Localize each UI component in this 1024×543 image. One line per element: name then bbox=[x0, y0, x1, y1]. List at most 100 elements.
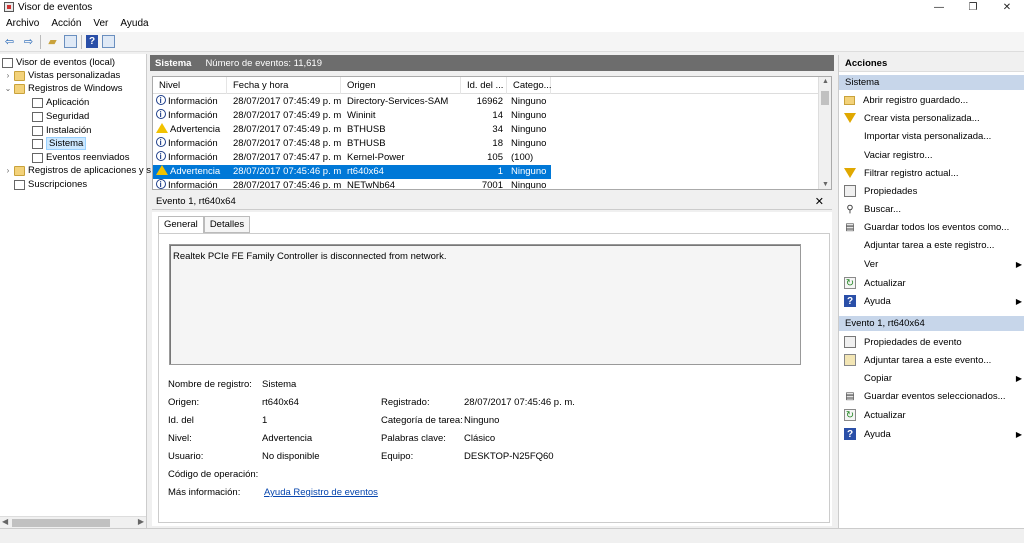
table-row[interactable]: Información 28/07/2017 07:45:49 p. m. Wi… bbox=[153, 109, 819, 123]
minimize-icon[interactable]: — bbox=[922, 0, 956, 14]
action-help-event[interactable]: ? Ayuda ▶ bbox=[839, 425, 1024, 443]
scroll-down-icon[interactable]: ▼ bbox=[822, 181, 829, 188]
title-bar: Visor de eventos — ❐ ✕ bbox=[0, 0, 1024, 14]
scroll-left-icon[interactable]: ◀ bbox=[2, 517, 8, 526]
toolbar: ⇦ ⇨ ▰ ? bbox=[0, 32, 1024, 52]
help-icon[interactable]: ? bbox=[86, 35, 98, 48]
column-header-source[interactable]: Origen bbox=[341, 77, 461, 94]
actions-section-system[interactable]: Sistema bbox=[839, 75, 1024, 90]
submenu-arrow-icon: ▶ bbox=[1015, 373, 1022, 383]
submenu-arrow-icon: ▶ bbox=[1015, 429, 1022, 439]
log-name-value: Sistema bbox=[262, 379, 297, 390]
forward-arrow-icon[interactable]: ⇨ bbox=[21, 34, 36, 49]
table-row-selected[interactable]: Advertencia 28/07/2017 07:45:46 p. m. rt… bbox=[153, 165, 551, 179]
computer-value: DESKTOP-N25FQ60 bbox=[464, 451, 554, 462]
event-id-label: Id. del bbox=[168, 415, 194, 426]
action-save-all-events[interactable]: ▤ Guardar todos los eventos como... bbox=[839, 218, 1024, 236]
menu-ver[interactable]: Ver bbox=[87, 18, 114, 29]
table-row[interactable]: Información 28/07/2017 07:45:49 p. m. Di… bbox=[153, 95, 819, 109]
collapse-icon[interactable]: ⌄ bbox=[4, 84, 12, 93]
scroll-up-icon[interactable]: ▲ bbox=[822, 78, 829, 85]
tree-item-root[interactable]: Visor de eventos (local) bbox=[2, 56, 115, 69]
actions-section-event[interactable]: Evento 1, rt640x64 bbox=[839, 316, 1024, 331]
find-icon: ⚲ bbox=[846, 203, 854, 215]
warning-icon bbox=[156, 165, 168, 175]
close-icon[interactable]: ✕ bbox=[815, 195, 824, 208]
action-attach-task-to-event[interactable]: Adjuntar tarea a este evento... bbox=[839, 351, 1024, 369]
scrollbar-thumb[interactable] bbox=[12, 519, 110, 527]
action-save-selected-events[interactable]: ▤ Guardar eventos seleccionados... bbox=[839, 387, 1024, 405]
table-row[interactable]: Información 28/07/2017 07:45:48 p. m. BT… bbox=[153, 137, 819, 151]
event-message[interactable]: Realtek PCIe FE Family Controller is dis… bbox=[169, 244, 801, 365]
action-copy[interactable]: Copiar ▶ bbox=[839, 369, 1024, 387]
menu-ayuda[interactable]: Ayuda bbox=[114, 18, 154, 29]
logged-label: Registrado: bbox=[381, 397, 430, 408]
tab-general[interactable]: General bbox=[158, 216, 204, 234]
tree-item-windows-logs[interactable]: ⌄ Registros de Windows bbox=[4, 82, 123, 95]
refresh-icon: ↻ bbox=[844, 409, 856, 421]
submenu-arrow-icon: ▶ bbox=[1015, 296, 1022, 306]
tree-item-custom-views[interactable]: › Vistas personalizadas bbox=[4, 69, 121, 82]
warning-icon bbox=[156, 123, 168, 133]
menu-accion[interactable]: Acción bbox=[45, 18, 87, 29]
events-vertical-scrollbar[interactable]: ▲ ▼ bbox=[818, 77, 831, 189]
tree-item-subscriptions[interactable]: Suscripciones bbox=[14, 178, 87, 191]
blank-icon bbox=[844, 258, 856, 270]
table-row[interactable]: Información 28/07/2017 07:45:47 p. m. Ke… bbox=[153, 151, 819, 165]
menu-archivo[interactable]: Archivo bbox=[0, 18, 45, 29]
action-properties[interactable]: Propiedades bbox=[839, 182, 1024, 200]
detail-tabs: General Detalles bbox=[158, 216, 251, 234]
tree-item-system[interactable]: Sistema bbox=[32, 137, 87, 150]
scrollbar-thumb[interactable] bbox=[821, 91, 829, 105]
action-find[interactable]: ⚲ Buscar... bbox=[839, 200, 1024, 218]
window-controls: — ❐ ✕ bbox=[922, 0, 1024, 14]
column-header-category[interactable]: Catego... bbox=[507, 77, 552, 94]
event-log-help-link[interactable]: Ayuda Registro de eventos bbox=[264, 487, 378, 498]
show-hide-actions-icon[interactable] bbox=[102, 35, 115, 48]
action-attach-task-to-log[interactable]: Adjuntar tarea a este registro... bbox=[839, 236, 1024, 254]
help-icon: ? bbox=[844, 295, 856, 307]
column-header-datetime[interactable]: Fecha y hora bbox=[227, 77, 341, 94]
action-create-custom-view[interactable]: Crear vista personalizada... bbox=[839, 109, 1024, 127]
help-icon: ? bbox=[844, 428, 856, 440]
close-icon[interactable]: ✕ bbox=[990, 0, 1024, 14]
action-refresh-event[interactable]: ↻ Actualizar bbox=[839, 406, 1024, 424]
scroll-right-icon[interactable]: ▶ bbox=[138, 517, 144, 526]
user-value: No disponible bbox=[262, 451, 320, 462]
table-row[interactable]: Advertencia 28/07/2017 07:45:49 p. m. BT… bbox=[153, 123, 819, 137]
tree-item-security[interactable]: Seguridad bbox=[32, 110, 89, 123]
tree-horizontal-scrollbar[interactable]: ◀ ▶ bbox=[0, 516, 146, 528]
action-clear-log[interactable]: Vaciar registro... bbox=[839, 146, 1024, 164]
tab-details[interactable]: Detalles bbox=[203, 216, 251, 233]
information-icon bbox=[156, 179, 166, 189]
action-event-properties[interactable]: Propiedades de evento bbox=[839, 333, 1024, 351]
restore-icon[interactable]: ❐ bbox=[956, 0, 990, 14]
event-viewer-app-icon bbox=[4, 2, 14, 12]
tree-item-setup[interactable]: Instalación bbox=[32, 124, 91, 137]
tree-item-application[interactable]: Aplicación bbox=[32, 96, 89, 109]
up-folder-icon[interactable]: ▰ bbox=[45, 34, 60, 49]
column-header-level[interactable]: Nivel bbox=[153, 77, 227, 94]
expand-icon[interactable]: › bbox=[4, 71, 12, 80]
general-tab-panel: Realtek PCIe FE Family Controller is dis… bbox=[158, 233, 830, 523]
console-tree: Visor de eventos (local) › Vistas person… bbox=[0, 54, 151, 528]
table-row[interactable]: Información 28/07/2017 07:45:46 p. m. NE… bbox=[153, 179, 819, 189]
events-table: Nivel Fecha y hora Origen Id. del ... Ca… bbox=[152, 76, 832, 190]
expand-icon[interactable]: › bbox=[4, 166, 12, 175]
action-open-saved-log[interactable]: Abrir registro guardado... bbox=[839, 91, 1024, 109]
column-header-event-id[interactable]: Id. del ... bbox=[461, 77, 507, 94]
action-filter-current-log[interactable]: Filtrar registro actual... bbox=[839, 164, 1024, 182]
task-icon bbox=[844, 354, 856, 366]
action-import-custom-view[interactable]: Importar vista personalizada... bbox=[839, 127, 1024, 145]
information-icon bbox=[156, 137, 166, 150]
properties-icon bbox=[844, 185, 856, 197]
information-icon bbox=[156, 151, 166, 164]
tree-item-forwarded-events[interactable]: Eventos reenviados bbox=[32, 151, 129, 164]
action-refresh[interactable]: ↻ Actualizar bbox=[839, 274, 1024, 292]
back-arrow-icon[interactable]: ⇦ bbox=[2, 34, 17, 49]
action-view[interactable]: Ver ▶ bbox=[839, 255, 1024, 273]
show-hide-tree-icon[interactable] bbox=[64, 35, 77, 48]
action-help[interactable]: ? Ayuda ▶ bbox=[839, 292, 1024, 310]
tree-item-app-service-logs[interactable]: › Registros de aplicaciones y s bbox=[4, 164, 151, 177]
folder-icon bbox=[14, 165, 25, 176]
